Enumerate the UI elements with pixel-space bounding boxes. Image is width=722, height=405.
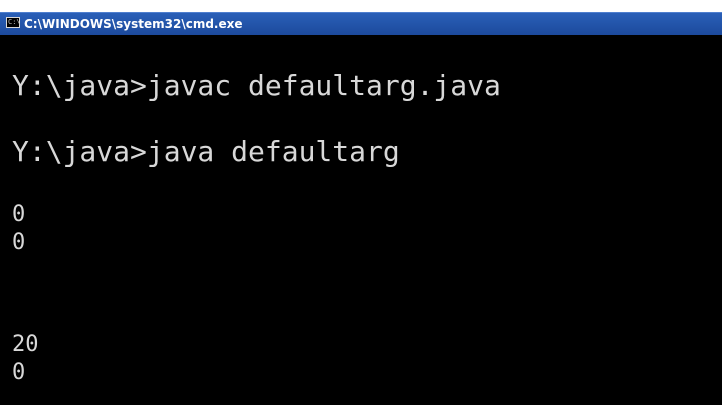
console-line-run: Y:\java>java defaultarg [12,135,400,168]
cmd-icon: C:\ [6,17,21,28]
console-output-line: 20 [12,332,39,357]
console-line-compile: Y:\java>javac defaultarg.java [12,69,501,102]
title-bar[interactable]: C:\ C:\WINDOWS\system32\cmd.exe [0,0,722,35]
window-title: C:\WINDOWS\system32\cmd.exe [24,17,243,31]
console-output-line: 0 [12,202,26,227]
title-strip[interactable]: C:\ C:\WINDOWS\system32\cmd.exe [0,12,722,35]
console-output[interactable]: Y:\java>javac defaultarg.java Y:\java>ja… [12,36,712,405]
console-output-line: 0 [12,230,26,255]
cmd-window: C:\ C:\WINDOWS\system32\cmd.exe Y:\java>… [0,0,722,405]
console-output-line: 0 [12,360,26,385]
